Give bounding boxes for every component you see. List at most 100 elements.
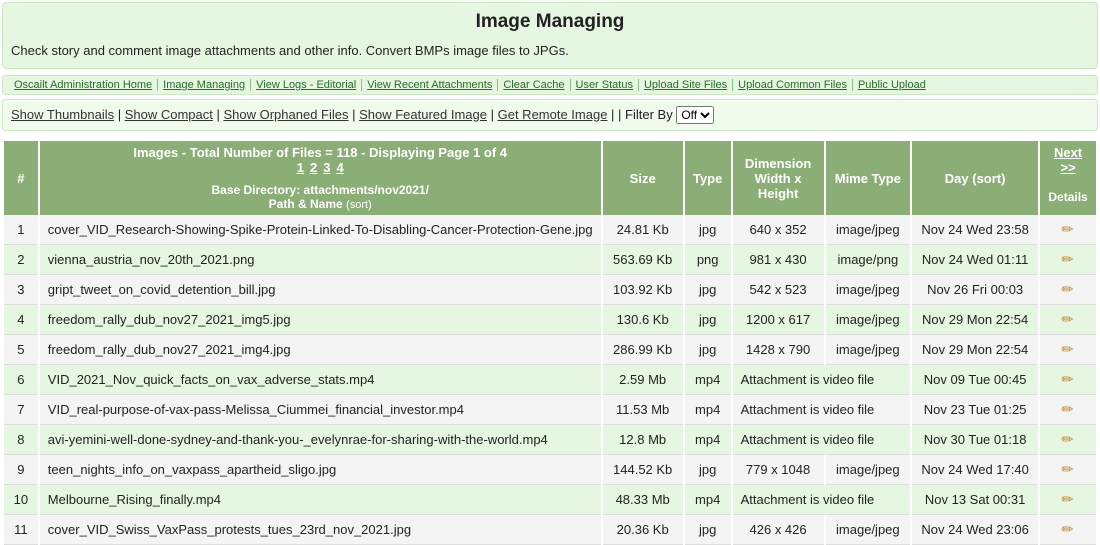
cell-dimension: 1428 x 790: [733, 335, 824, 365]
next-page[interactable]: Next >>: [1040, 141, 1096, 179]
cell-dimension: 1200 x 617: [733, 305, 824, 335]
cell-filename: cover_VID_Research-Showing-Spike-Protein…: [40, 215, 601, 245]
cell-filename: freedom_rally_dub_nov27_2021_img4.jpg: [40, 335, 601, 365]
cell-type: jpg: [685, 515, 731, 545]
cell-details[interactable]: ✎: [1040, 305, 1096, 335]
cell-size: 103.92 Kb: [603, 275, 683, 305]
cell-type: jpg: [685, 215, 731, 245]
cell-filename: Melbourne_Rising_finally.mp4: [40, 485, 601, 515]
nav-link[interactable]: View Logs - Editorial: [251, 79, 362, 91]
cell-day: Nov 24 Wed 01:11: [912, 245, 1038, 275]
cell-mime: image/jpeg: [826, 515, 911, 545]
filter-link[interactable]: Show Thumbnails: [11, 107, 114, 122]
cell-details[interactable]: ✎: [1040, 275, 1096, 305]
cell-video-note: Attachment is video file: [733, 365, 911, 395]
cell-dimension: 981 x 430: [733, 245, 824, 275]
edit-icon: ✎: [1058, 219, 1078, 239]
cell-day: Nov 24 Wed 23:58: [912, 215, 1038, 245]
table-row: 11cover_VID_Swiss_VaxPass_protests_tues_…: [4, 515, 1096, 545]
edit-icon: ✎: [1058, 309, 1078, 329]
nav-link[interactable]: Public Upload: [853, 79, 931, 91]
cell-size: 2.59 Mb: [603, 365, 683, 395]
cell-type: jpg: [685, 335, 731, 365]
filter-select[interactable]: Off: [676, 106, 714, 124]
edit-icon: ✎: [1058, 429, 1078, 449]
cell-details[interactable]: ✎: [1040, 365, 1096, 395]
cell-number: 5: [4, 335, 38, 365]
col-mime: Mime Type: [826, 141, 911, 215]
nav-link[interactable]: User Status: [571, 79, 639, 91]
cell-details[interactable]: ✎: [1040, 455, 1096, 485]
nav-link[interactable]: View Recent Attachments: [362, 79, 498, 91]
cell-details[interactable]: ✎: [1040, 335, 1096, 365]
page-link[interactable]: 4: [333, 160, 346, 175]
nav-link[interactable]: Upload Site Files: [639, 79, 733, 91]
table-row: 5freedom_rally_dub_nov27_2021_img4.jpg28…: [4, 335, 1096, 365]
cell-dimension: 640 x 352: [733, 215, 824, 245]
page-title: Image Managing: [11, 11, 1089, 33]
cell-details[interactable]: ✎: [1040, 395, 1096, 425]
cell-type: jpg: [685, 275, 731, 305]
cell-details[interactable]: ✎: [1040, 425, 1096, 455]
cell-dimension: 542 x 523: [733, 275, 824, 305]
filter-label: | Filter By: [618, 107, 676, 122]
table-row: 3gript_tweet_on_covid_detention_bill.jpg…: [4, 275, 1096, 305]
cell-mime: image/jpeg: [826, 215, 911, 245]
filter-link[interactable]: Show Compact: [125, 107, 213, 122]
col-path-name: Base Directory: attachments/nov2021/ Pat…: [40, 179, 601, 215]
filter-link[interactable]: Get Remote Image: [498, 107, 608, 122]
cell-number: 6: [4, 365, 38, 395]
cell-day: Nov 26 Fri 00:03: [912, 275, 1038, 305]
edit-icon: ✎: [1058, 279, 1078, 299]
edit-icon: ✎: [1058, 249, 1078, 269]
cell-type: mp4: [685, 485, 731, 515]
edit-icon: ✎: [1058, 489, 1078, 509]
cell-number: 8: [4, 425, 38, 455]
cell-video-note: Attachment is video file: [733, 395, 911, 425]
cell-type: png: [685, 245, 731, 275]
nav-link[interactable]: Upload Common Files: [733, 79, 853, 91]
nav-link[interactable]: Clear Cache: [498, 79, 570, 91]
cell-number: 10: [4, 485, 38, 515]
cell-type: mp4: [685, 365, 731, 395]
cell-type: jpg: [685, 305, 731, 335]
page-link[interactable]: 1: [294, 160, 307, 175]
page-description: Check story and comment image attachment…: [11, 43, 1089, 58]
cell-day: Nov 24 Wed 17:40: [912, 455, 1038, 485]
cell-filename: avi-yemini-well-done-sydney-and-thank-yo…: [40, 425, 601, 455]
table-row: 7VID_real-purpose-of-vax-pass-Melissa_Ci…: [4, 395, 1096, 425]
cell-size: 286.99 Kb: [603, 335, 683, 365]
table-summary: Images - Total Number of Files = 118 - D…: [40, 141, 601, 179]
cell-filename: cover_VID_Swiss_VaxPass_protests_tues_23…: [40, 515, 601, 545]
cell-details[interactable]: ✎: [1040, 245, 1096, 275]
nav-link[interactable]: Oscailt Administration Home: [9, 79, 158, 91]
cell-details[interactable]: ✎: [1040, 215, 1096, 245]
col-size: Size: [603, 141, 683, 215]
cell-size: 12.8 Mb: [603, 425, 683, 455]
table-row: 6VID_2021_Nov_quick_facts_on_vax_adverse…: [4, 365, 1096, 395]
cell-mime: image/jpeg: [826, 305, 911, 335]
page-link[interactable]: 3: [320, 160, 333, 175]
cell-video-note: Attachment is video file: [733, 485, 911, 515]
page-header: Image Managing Check story and comment i…: [2, 2, 1098, 69]
edit-icon: ✎: [1058, 369, 1078, 389]
cell-details[interactable]: ✎: [1040, 485, 1096, 515]
table-row: 8avi-yemini-well-done-sydney-and-thank-y…: [4, 425, 1096, 455]
cell-day: Nov 24 Wed 23:06: [912, 515, 1038, 545]
cell-day: Nov 09 Tue 00:45: [912, 365, 1038, 395]
page-link[interactable]: 2: [307, 160, 320, 175]
edit-icon: ✎: [1058, 399, 1078, 419]
cell-day: Nov 29 Mon 22:54: [912, 335, 1038, 365]
col-dimension: DimensionWidth x Height: [733, 141, 824, 215]
cell-type: mp4: [685, 395, 731, 425]
nav-link[interactable]: Image Managing: [158, 79, 251, 91]
cell-number: 9: [4, 455, 38, 485]
cell-number: 1: [4, 215, 38, 245]
cell-type: mp4: [685, 425, 731, 455]
cell-mime: image/jpeg: [826, 275, 911, 305]
filter-link[interactable]: Show Featured Image: [359, 107, 487, 122]
cell-details[interactable]: ✎: [1040, 515, 1096, 545]
cell-day: Nov 29 Mon 22:54: [912, 305, 1038, 335]
cell-dimension: 426 x 426: [733, 515, 824, 545]
filter-link[interactable]: Show Orphaned Files: [223, 107, 348, 122]
